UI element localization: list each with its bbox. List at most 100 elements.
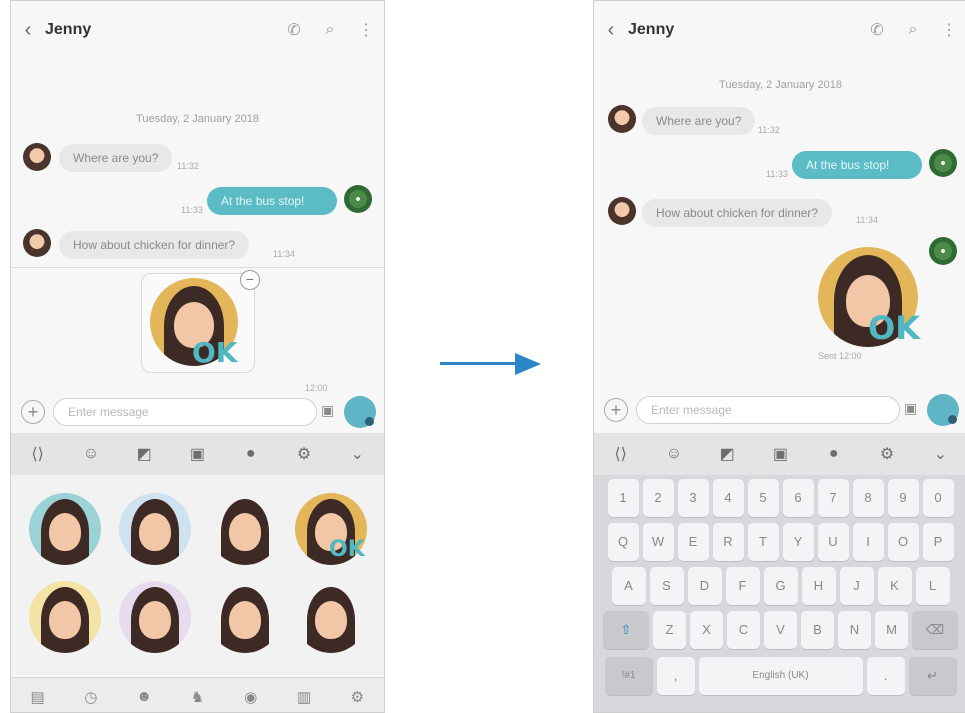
keyboard-key[interactable]: P <box>922 523 954 561</box>
symbols-key[interactable]: !#1 <box>604 657 653 695</box>
keyboard-key[interactable]: 7 <box>817 479 849 517</box>
more-icon[interactable]: ⋮ <box>348 20 384 40</box>
message-bubble[interactable]: How about chicken for dinner? <box>59 231 250 259</box>
keyboard-key[interactable]: W <box>642 523 674 561</box>
keyboard-key[interactable]: G <box>763 567 798 605</box>
enter-key-icon[interactable]: ↵ <box>908 657 957 695</box>
avatar-tab-icon[interactable]: ☻ <box>118 688 171 705</box>
sticker-icon[interactable]: ◩ <box>118 444 171 464</box>
space-key[interactable]: English (UK) <box>698 657 863 695</box>
keyboard-key[interactable]: 8 <box>852 479 884 517</box>
keyboard-key[interactable]: E <box>677 523 709 561</box>
add-attachment-button[interactable]: + <box>21 400 45 424</box>
period-key[interactable]: . <box>866 657 905 695</box>
keyboard-key[interactable]: U <box>817 523 849 561</box>
image-icon[interactable]: ▣ <box>171 444 224 464</box>
message-input[interactable]: Enter message <box>53 398 317 426</box>
comma-key[interactable]: , <box>656 657 695 695</box>
mic-icon[interactable]: ● <box>224 445 277 463</box>
settings-icon[interactable]: ⚙ <box>860 444 913 464</box>
keyboard-key[interactable]: D <box>687 567 722 605</box>
keyboard-key[interactable]: O <box>887 523 919 561</box>
contact-avatar[interactable] <box>608 197 636 225</box>
keyboard-key[interactable]: 2 <box>642 479 674 517</box>
sticker-preview[interactable]: OK − <box>141 270 260 373</box>
gif-icon[interactable]: ⟨⟩ <box>594 444 647 464</box>
keyboard-key[interactable]: C <box>727 611 760 649</box>
sticker-item[interactable] <box>205 577 285 657</box>
remove-sticker-icon[interactable]: − <box>240 270 260 290</box>
backspace-key-icon[interactable]: ⌫ <box>912 611 958 649</box>
bag-icon[interactable]: ▥ <box>277 688 330 706</box>
collapse-icon[interactable]: ⌄ <box>331 444 384 464</box>
cat-icon[interactable]: ◉ <box>224 688 277 706</box>
keyboard-key[interactable]: A <box>611 567 646 605</box>
contact-avatar[interactable] <box>23 229 51 257</box>
keyboard-key[interactable]: 0 <box>922 479 954 517</box>
contact-avatar[interactable] <box>608 105 636 133</box>
contact-avatar[interactable] <box>23 143 51 171</box>
sticker-button-icon[interactable]: ▣ <box>321 402 334 419</box>
shift-key-icon[interactable]: ⇧ <box>603 611 649 649</box>
keyboard-key[interactable]: H <box>801 567 836 605</box>
emoji-icon[interactable]: ☺ <box>647 445 700 463</box>
settings-icon[interactable]: ⚙ <box>277 444 330 464</box>
keyboard-key[interactable]: T <box>747 523 779 561</box>
gif-icon[interactable]: ⟨⟩ <box>11 444 64 464</box>
settings-icon[interactable]: ⚙ <box>331 688 384 706</box>
keyboard-key[interactable]: X <box>690 611 723 649</box>
keyboard-key[interactable]: S <box>649 567 684 605</box>
message-bubble[interactable]: How about chicken for dinner? <box>642 199 833 227</box>
more-icon[interactable]: ⋮ <box>931 20 965 40</box>
keyboard-key[interactable]: Q <box>607 523 639 561</box>
keyboard-key[interactable]: 9 <box>887 479 919 517</box>
message-bubble-outgoing[interactable]: At the bus stop! <box>792 151 922 179</box>
sticker-icon[interactable]: ◩ <box>701 444 754 464</box>
keyboard-key[interactable]: Y <box>782 523 814 561</box>
add-attachment-button[interactable]: + <box>604 398 628 422</box>
keyboard-key[interactable]: K <box>877 567 912 605</box>
search-icon[interactable]: ⌕ <box>895 21 931 39</box>
animal-icon[interactable]: ♞ <box>171 688 224 706</box>
keyboard-key[interactable]: R <box>712 523 744 561</box>
sticker-item[interactable] <box>205 489 285 569</box>
sticker-item[interactable]: OK <box>291 489 371 569</box>
send-button[interactable] <box>344 396 376 428</box>
keyboard-key[interactable]: I <box>852 523 884 561</box>
message-bubble[interactable]: Where are you? <box>59 144 173 172</box>
keyboard-key[interactable]: 1 <box>607 479 639 517</box>
sticker-item[interactable] <box>25 577 105 657</box>
emoji-icon[interactable]: ☺ <box>64 445 117 463</box>
sticker-item[interactable] <box>115 489 195 569</box>
keyboard-key[interactable]: 4 <box>712 479 744 517</box>
search-icon[interactable]: ⌕ <box>312 21 348 39</box>
keyboard-key[interactable]: F <box>725 567 760 605</box>
send-button[interactable] <box>927 394 959 426</box>
phone-icon[interactable]: ✆ <box>276 20 312 40</box>
keyboard-key[interactable]: 5 <box>747 479 779 517</box>
sticker-item[interactable] <box>115 577 195 657</box>
image-icon[interactable]: ▣ <box>754 444 807 464</box>
message-input[interactable]: Enter message <box>636 396 900 424</box>
message-bubble[interactable]: Where are you? <box>642 107 756 135</box>
keyboard-key[interactable]: 3 <box>677 479 709 517</box>
sticker-item[interactable] <box>25 489 105 569</box>
keyboard-key[interactable]: L <box>915 567 950 605</box>
keyboard-key[interactable]: V <box>764 611 797 649</box>
recent-icon[interactable]: ◷ <box>64 688 117 706</box>
keyboard-key[interactable]: M <box>875 611 908 649</box>
keyboard-icon[interactable]: ▤ <box>11 688 64 706</box>
keyboard-key[interactable]: Z <box>653 611 686 649</box>
keyboard-key[interactable]: B <box>801 611 834 649</box>
sticker-item[interactable] <box>291 577 371 657</box>
message-bubble-outgoing[interactable]: At the bus stop! <box>207 187 337 215</box>
mic-icon[interactable]: ● <box>807 445 860 463</box>
sent-sticker[interactable]: OK <box>812 241 932 361</box>
keyboard-key[interactable]: J <box>839 567 874 605</box>
keyboard-key[interactable]: 6 <box>782 479 814 517</box>
sticker-button-icon[interactable]: ▣ <box>904 400 917 417</box>
collapse-icon[interactable]: ⌄ <box>914 444 965 464</box>
back-icon[interactable]: ‹ <box>594 19 628 42</box>
back-icon[interactable]: ‹ <box>11 19 45 42</box>
phone-icon[interactable]: ✆ <box>859 20 895 40</box>
